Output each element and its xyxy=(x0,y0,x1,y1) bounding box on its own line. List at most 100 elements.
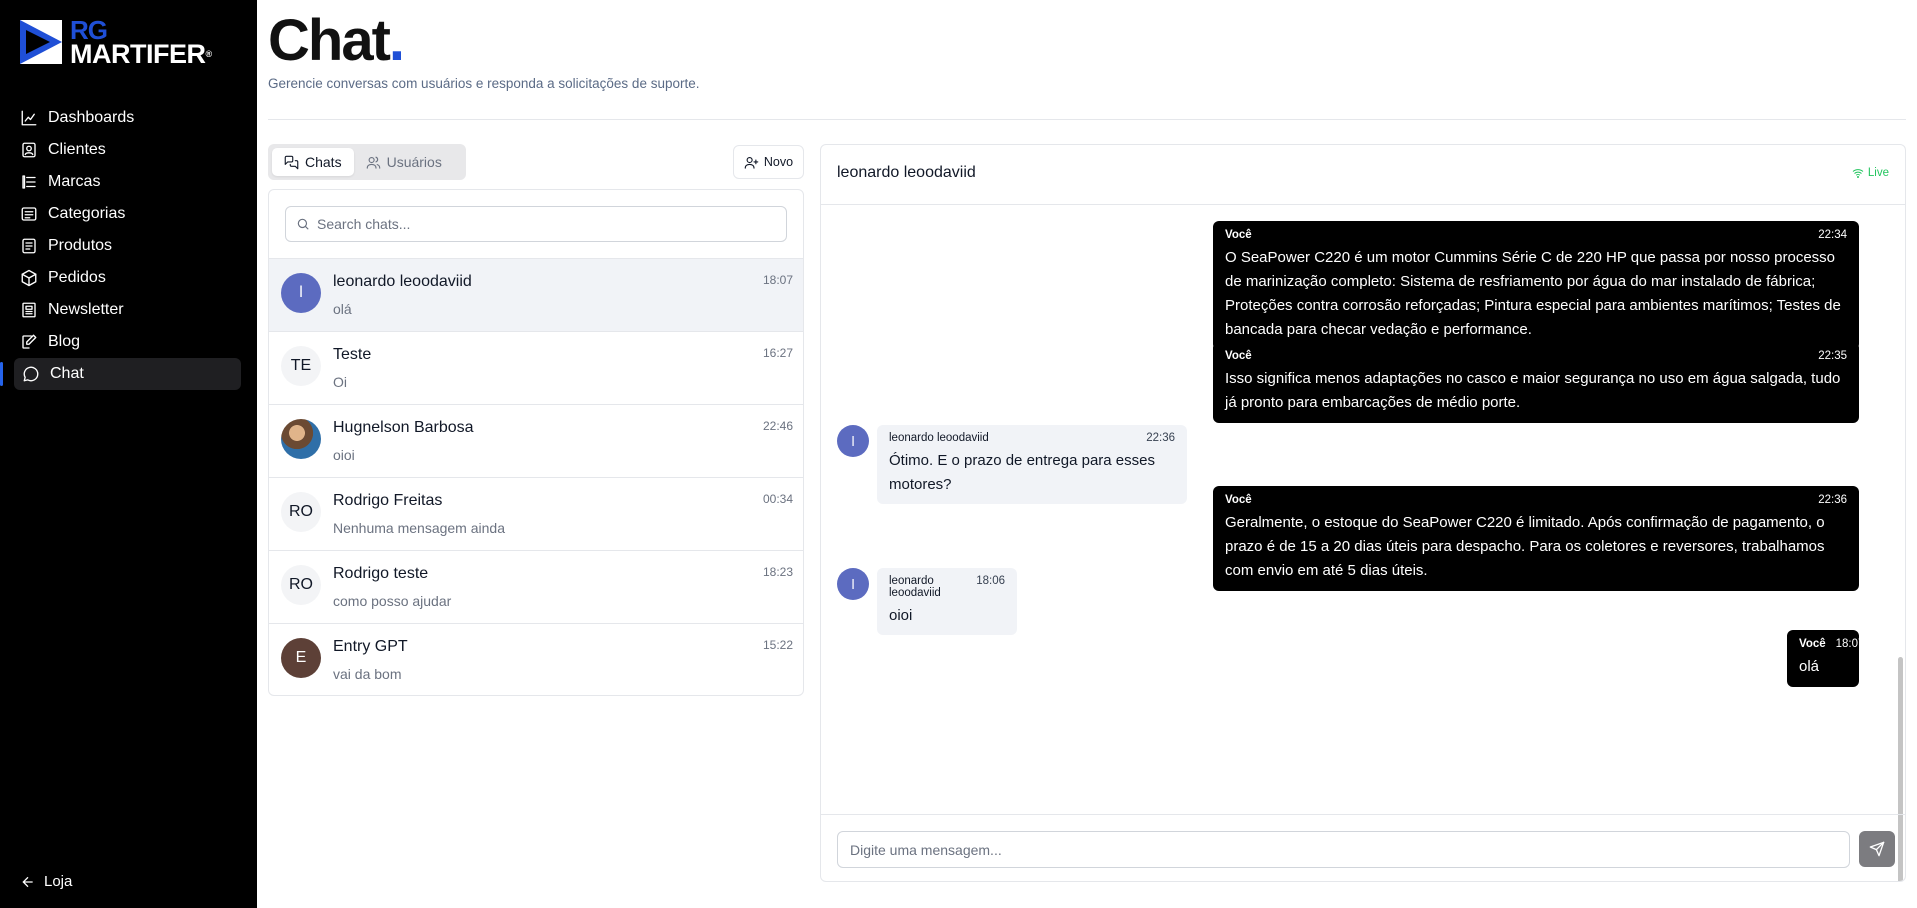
message-outgoing: Você 22:34 O SeaPower C220 é um motor Cumm… xyxy=(1213,221,1859,350)
sidebar-item-label: Newsletter xyxy=(48,301,124,318)
message-sender: Você xyxy=(1225,229,1252,241)
chat-time: 15:22 xyxy=(762,638,793,652)
chat-preview: Nenhuma mensagem ainda xyxy=(333,520,505,536)
send-button[interactable] xyxy=(1859,831,1895,867)
sidebar-item-label: Blog xyxy=(48,333,81,350)
sidebar-item-label: Clientes xyxy=(48,141,106,158)
chat-name: Hugnelson Barbosa xyxy=(333,419,474,436)
message-meta: Você 22:35 xyxy=(1225,350,1847,362)
live-status-label: Live xyxy=(1867,167,1889,179)
tab-label: Chats xyxy=(305,154,342,170)
chat-name: Rodrigo Freitas xyxy=(333,492,443,509)
chat-header: leonardo leoodaviid Live xyxy=(821,145,1905,205)
message-text: O SeaPower C220 é um motor Cummins Série… xyxy=(1225,249,1841,338)
user-plus-icon xyxy=(744,156,759,169)
message-time: 18:07 xyxy=(1835,638,1865,650)
message-input[interactable] xyxy=(837,831,1850,868)
sidebar-item-clientes[interactable]: Clientes xyxy=(0,134,241,166)
send-icon xyxy=(1869,841,1885,857)
live-status: Live xyxy=(1852,167,1889,179)
sidebar-item-marcas[interactable]: Marcas xyxy=(0,166,241,198)
wifi-icon xyxy=(1852,169,1864,178)
list-icon xyxy=(20,173,38,191)
new-chat-button[interactable]: Novo xyxy=(733,145,804,179)
message-meta: leonardo leoodaviid 22:36 xyxy=(889,432,1175,444)
chat-time: 00:34 xyxy=(762,492,793,506)
chat-rows: l leonardo leoodaviid olá 18:07 TE Teste Oi 16:… xyxy=(269,258,803,695)
message-sender: leonardo leoodaviid xyxy=(889,432,989,444)
message-outgoing: Você 22:36 Geralmente, o estoque do SeaPow… xyxy=(1213,486,1859,591)
sidebar-item-chat[interactable]: Chat xyxy=(0,358,241,390)
edit-icon xyxy=(20,333,38,351)
newspaper-icon xyxy=(20,301,38,319)
sidebar: RG MARTIFER® Dashboards Clientes Marcas … xyxy=(0,0,257,908)
document-icon xyxy=(20,237,38,255)
chat-contact-name: leonardo leoodaviid xyxy=(837,164,976,181)
messages-icon xyxy=(284,155,299,169)
sidebar-item-categorias[interactable]: Categorias xyxy=(0,198,241,230)
chat-preview: como posso ajudar xyxy=(333,593,452,609)
avatar xyxy=(281,419,321,459)
chat-preview: Oi xyxy=(333,374,347,390)
chat-preview: olá xyxy=(333,301,352,317)
sidebar-item-label: Dashboards xyxy=(48,109,135,126)
chat-window: leonardo leoodaviid Live Você 22:34 O SeaP… xyxy=(820,144,1906,882)
tab-chats[interactable]: Chats xyxy=(272,148,354,176)
sidebar-item-label: Chat xyxy=(50,365,84,382)
message-bubble: leonardo leoodaviid 18:06 oioi xyxy=(877,568,1017,635)
message-time: 22:36 xyxy=(1818,494,1847,506)
sidebar-item-pedidos[interactable]: Pedidos xyxy=(0,262,241,294)
avatar: l xyxy=(281,273,321,313)
header-divider xyxy=(268,119,1906,120)
chat-list-item[interactable]: l leonardo leoodaviid olá 18:07 xyxy=(269,258,803,331)
chat-name: Rodrigo teste xyxy=(333,565,429,582)
tab-usuarios[interactable]: Usuários xyxy=(354,148,454,176)
sidebar-item-blog[interactable]: Blog xyxy=(0,326,241,358)
back-to-store-label: Loja xyxy=(44,873,73,890)
package-icon xyxy=(20,269,38,287)
users-icon xyxy=(366,156,380,169)
logo-text-bottom: MARTIFER® xyxy=(70,39,212,69)
chat-time: 18:07 xyxy=(762,273,793,287)
avatar: E xyxy=(281,638,321,678)
sidebar-item-produtos[interactable]: Produtos xyxy=(0,230,241,262)
sidebar-item-label: Marcas xyxy=(48,173,101,190)
chat-list-item[interactable]: E Entry GPT vai da bom 15:22 xyxy=(269,623,803,695)
page-title: Chat. xyxy=(268,8,405,73)
sidebar-item-newsletter[interactable]: Newsletter xyxy=(0,294,241,326)
message-time: 22:34 xyxy=(1818,229,1847,241)
message-list[interactable]: Você 22:34 O SeaPower C220 é um motor Cumm… xyxy=(821,206,1905,814)
back-to-store-link[interactable]: Loja xyxy=(20,873,72,890)
chat-name: Teste xyxy=(333,346,372,363)
sidebar-item-dashboards[interactable]: Dashboards xyxy=(0,102,241,134)
message-time: 22:35 xyxy=(1818,350,1847,362)
message-text: Geralmente, o estoque do SeaPower C220 é… xyxy=(1225,514,1825,579)
chat-preview: oioi xyxy=(333,447,355,463)
brand-logo[interactable]: RG MARTIFER® xyxy=(20,17,240,69)
message-text: Ótimo. E o prazo de entrega para esses m… xyxy=(889,452,1155,493)
message-sender: Você xyxy=(1225,494,1252,506)
avatar: TE xyxy=(281,346,321,386)
page-subtitle: Gerencie conversas com usuários e respon… xyxy=(268,76,700,91)
chat-list-item[interactable]: Hugnelson Barbosa oioi 22:46 xyxy=(269,404,803,477)
message-meta: Você 18:07 xyxy=(1799,638,1864,650)
chat-list-item[interactable]: RO Rodrigo Freitas Nenhuma mensagem ainda 0… xyxy=(269,477,803,550)
message-composer xyxy=(821,814,1905,881)
tab-label: Usuários xyxy=(386,154,442,170)
sidebar-item-label: Categorias xyxy=(48,205,126,222)
message-outgoing: Você 18:07 olá xyxy=(1787,630,1864,687)
message-text: olá xyxy=(1799,658,1820,675)
search-icon xyxy=(297,218,309,230)
search-input[interactable] xyxy=(317,216,757,232)
chat-list-item[interactable]: TE Teste Oi 16:27 xyxy=(269,331,803,404)
message-text: Isso significa menos adaptações no casco… xyxy=(1225,370,1841,411)
avatar: l xyxy=(837,568,869,600)
message-sender: Você xyxy=(1225,350,1252,362)
chat-preview: vai da bom xyxy=(333,666,402,682)
chat-time: 18:23 xyxy=(762,565,793,579)
chat-name: Entry GPT xyxy=(333,638,408,655)
avatar: RO xyxy=(281,565,321,605)
search-box xyxy=(285,206,787,242)
message-sender: Você xyxy=(1799,638,1826,650)
chat-list-item[interactable]: RO Rodrigo teste como posso ajudar 18:23 xyxy=(269,550,803,623)
